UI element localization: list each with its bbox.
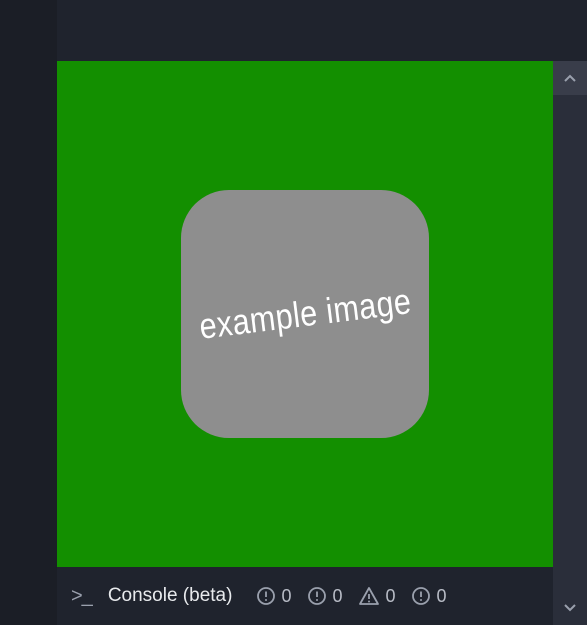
console-bar[interactable]: >_ Console (beta) 0 0	[57, 567, 553, 625]
warnings-stat[interactable]: 0	[358, 586, 395, 607]
console-label: Console (beta)	[108, 585, 233, 607]
image-tile: example image	[181, 190, 429, 438]
info-count: 0	[332, 586, 342, 607]
info-icon	[307, 586, 327, 606]
warnings-count: 0	[385, 586, 395, 607]
error-icon	[256, 586, 276, 606]
console-prompt-icon: >_	[71, 585, 92, 608]
errors-stat[interactable]: 0	[256, 586, 291, 607]
warning-icon	[358, 586, 380, 606]
errors-count: 0	[281, 586, 291, 607]
chevron-down-icon	[563, 603, 577, 613]
other-count: 0	[436, 586, 446, 607]
top-bar	[57, 0, 587, 61]
scroll-up-button[interactable]	[553, 61, 587, 95]
preview-area: example image	[57, 61, 553, 567]
other-icon	[411, 586, 431, 606]
left-gutter	[0, 0, 57, 625]
scrollbar-track[interactable]	[553, 61, 587, 601]
image-tile-label: example image	[197, 280, 414, 348]
scroll-down-button[interactable]	[553, 591, 587, 625]
chevron-up-icon	[563, 73, 577, 83]
info-stat[interactable]: 0	[307, 586, 342, 607]
other-stat[interactable]: 0	[411, 586, 446, 607]
